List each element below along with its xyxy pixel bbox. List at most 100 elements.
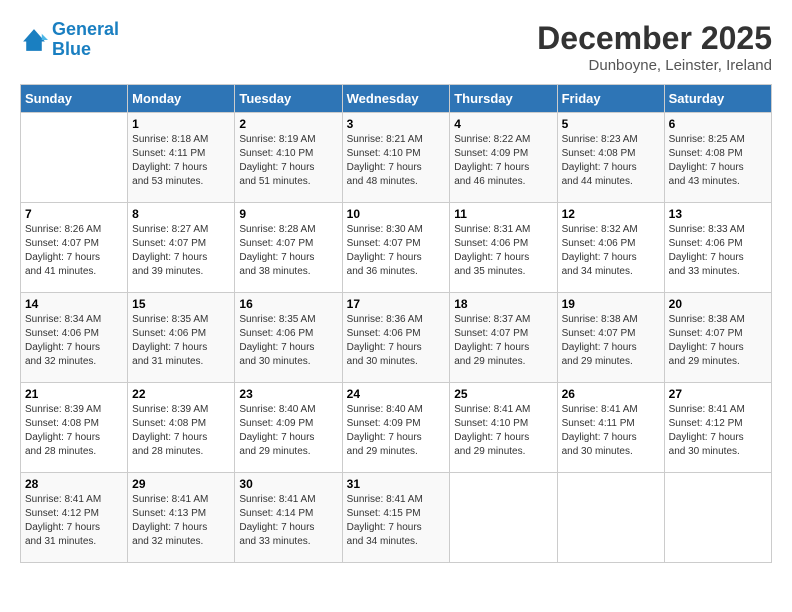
day-info: Sunrise: 8:22 AM Sunset: 4:09 PM Dayligh… [454, 133, 552, 189]
logo-line2: Blue [52, 39, 91, 59]
calendar-cell: 9 Sunrise: 8:28 AM Sunset: 4:07 PM Daylig… [235, 203, 342, 293]
day-info: Sunrise: 8:40 AM Sunset: 4:09 PM Dayligh… [347, 403, 446, 459]
day-number: 2 [239, 117, 337, 131]
day-info: Sunrise: 8:23 AM Sunset: 4:08 PM Dayligh… [562, 133, 660, 189]
day-number: 14 [25, 297, 123, 311]
page-header: General Blue December 2025 Dunboyne, Lei… [20, 20, 772, 74]
day-info: Sunrise: 8:28 AM Sunset: 4:07 PM Dayligh… [239, 223, 337, 279]
calendar-cell [664, 473, 771, 563]
calendar-cell: 4 Sunrise: 8:22 AM Sunset: 4:09 PM Daylig… [450, 113, 557, 203]
calendar-cell: 17Sunrise: 8:36 AM Sunset: 4:06 PM Dayli… [342, 293, 450, 383]
day-info: Sunrise: 8:26 AM Sunset: 4:07 PM Dayligh… [25, 223, 123, 279]
day-info: Sunrise: 8:30 AM Sunset: 4:07 PM Dayligh… [347, 223, 446, 279]
day-info: Sunrise: 8:19 AM Sunset: 4:10 PM Dayligh… [239, 133, 337, 189]
day-info: Sunrise: 8:39 AM Sunset: 4:08 PM Dayligh… [25, 403, 123, 459]
calendar-cell: 21 Sunrise: 8:39 AM Sunset: 4:08 PM Dayli… [21, 383, 128, 473]
day-number: 7 [25, 207, 123, 221]
day-info: Sunrise: 8:40 AM Sunset: 4:09 PM Dayligh… [239, 403, 337, 459]
day-number: 13 [669, 207, 767, 221]
day-info: Sunrise: 8:37 AM Sunset: 4:07 PM Dayligh… [454, 313, 552, 369]
day-info: Sunrise: 8:41 AM Sunset: 4:10 PM Dayligh… [454, 403, 552, 459]
day-number: 30 [239, 477, 337, 491]
day-info: Sunrise: 8:25 AM Sunset: 4:08 PM Dayligh… [669, 133, 767, 189]
day-info: Sunrise: 8:21 AM Sunset: 4:10 PM Dayligh… [347, 133, 446, 189]
calendar-cell [21, 113, 128, 203]
calendar-cell: 27 Sunrise: 8:41 AM Sunset: 4:12 PM Dayli… [664, 383, 771, 473]
day-info: Sunrise: 8:18 AM Sunset: 4:11 PM Dayligh… [132, 133, 230, 189]
week-row-4: 21 Sunrise: 8:39 AM Sunset: 4:08 PM Dayli… [21, 383, 772, 473]
calendar-cell: 28Sunrise: 8:41 AM Sunset: 4:12 PM Dayli… [21, 473, 128, 563]
day-number: 4 [454, 117, 552, 131]
day-info: Sunrise: 8:41 AM Sunset: 4:12 PM Dayligh… [669, 403, 767, 459]
header-cell-monday: Monday [128, 85, 235, 113]
calendar-cell: 15Sunrise: 8:35 AM Sunset: 4:06 PM Dayli… [128, 293, 235, 383]
calendar-cell: 3 Sunrise: 8:21 AM Sunset: 4:10 PM Daylig… [342, 113, 450, 203]
calendar-cell: 5Sunrise: 8:23 AM Sunset: 4:08 PM Daylig… [557, 113, 664, 203]
header-cell-thursday: Thursday [450, 85, 557, 113]
day-number: 1 [132, 117, 230, 131]
title-block: December 2025 Dunboyne, Leinster, Irelan… [537, 20, 772, 74]
week-row-3: 14 Sunrise: 8:34 AM Sunset: 4:06 PM Dayli… [21, 293, 772, 383]
day-number: 22 [132, 387, 230, 401]
calendar-cell: 13 Sunrise: 8:33 AM Sunset: 4:06 PM Dayli… [664, 203, 771, 293]
day-number: 27 [669, 387, 767, 401]
calendar-cell [557, 473, 664, 563]
calendar-cell: 29 Sunrise: 8:41 AM Sunset: 4:13 PM Dayli… [128, 473, 235, 563]
day-info: Sunrise: 8:39 AM Sunset: 4:08 PM Dayligh… [132, 403, 230, 459]
week-row-5: 28Sunrise: 8:41 AM Sunset: 4:12 PM Dayli… [21, 473, 772, 563]
calendar-cell: 23 Sunrise: 8:40 AM Sunset: 4:09 PM Dayli… [235, 383, 342, 473]
day-info: Sunrise: 8:36 AM Sunset: 4:06 PM Dayligh… [347, 313, 446, 369]
day-number: 23 [239, 387, 337, 401]
day-info: Sunrise: 8:41 AM Sunset: 4:13 PM Dayligh… [132, 493, 230, 549]
calendar-cell: 30 Sunrise: 8:41 AM Sunset: 4:14 PM Dayli… [235, 473, 342, 563]
day-number: 9 [239, 207, 337, 221]
day-info: Sunrise: 8:35 AM Sunset: 4:06 PM Dayligh… [132, 313, 230, 369]
day-number: 26 [562, 387, 660, 401]
calendar-cell: 26 Sunrise: 8:41 AM Sunset: 4:11 PM Dayli… [557, 383, 664, 473]
calendar-cell: 6 Sunrise: 8:25 AM Sunset: 4:08 PM Daylig… [664, 113, 771, 203]
calendar-cell: 11 Sunrise: 8:31 AM Sunset: 4:06 PM Dayli… [450, 203, 557, 293]
day-info: Sunrise: 8:41 AM Sunset: 4:14 PM Dayligh… [239, 493, 337, 549]
day-number: 16 [239, 297, 337, 311]
day-info: Sunrise: 8:33 AM Sunset: 4:06 PM Dayligh… [669, 223, 767, 279]
header-cell-sunday: Sunday [21, 85, 128, 113]
day-number: 20 [669, 297, 767, 311]
day-info: Sunrise: 8:38 AM Sunset: 4:07 PM Dayligh… [562, 313, 660, 369]
day-number: 3 [347, 117, 446, 131]
header-cell-saturday: Saturday [664, 85, 771, 113]
month-title: December 2025 [537, 20, 772, 57]
logo: General Blue [20, 20, 119, 60]
day-number: 11 [454, 207, 552, 221]
week-row-1: 1 Sunrise: 8:18 AM Sunset: 4:11 PM Daylig… [21, 113, 772, 203]
header-row: SundayMondayTuesdayWednesdayThursdayFrid… [21, 85, 772, 113]
day-info: Sunrise: 8:31 AM Sunset: 4:06 PM Dayligh… [454, 223, 552, 279]
day-number: 25 [454, 387, 552, 401]
calendar-cell: 25 Sunrise: 8:41 AM Sunset: 4:10 PM Dayli… [450, 383, 557, 473]
calendar-table: SundayMondayTuesdayWednesdayThursdayFrid… [20, 84, 772, 563]
day-info: Sunrise: 8:35 AM Sunset: 4:06 PM Dayligh… [239, 313, 337, 369]
week-row-2: 7 Sunrise: 8:26 AM Sunset: 4:07 PM Daylig… [21, 203, 772, 293]
calendar-cell: 18Sunrise: 8:37 AM Sunset: 4:07 PM Dayli… [450, 293, 557, 383]
calendar-header: SundayMondayTuesdayWednesdayThursdayFrid… [21, 85, 772, 113]
calendar-cell: 19Sunrise: 8:38 AM Sunset: 4:07 PM Dayli… [557, 293, 664, 383]
calendar-cell: 24 Sunrise: 8:40 AM Sunset: 4:09 PM Dayli… [342, 383, 450, 473]
calendar-cell: 12Sunrise: 8:32 AM Sunset: 4:06 PM Dayli… [557, 203, 664, 293]
day-number: 8 [132, 207, 230, 221]
day-number: 24 [347, 387, 446, 401]
day-info: Sunrise: 8:32 AM Sunset: 4:06 PM Dayligh… [562, 223, 660, 279]
day-number: 21 [25, 387, 123, 401]
logo-icon [20, 26, 48, 54]
calendar-cell: 14 Sunrise: 8:34 AM Sunset: 4:06 PM Dayli… [21, 293, 128, 383]
day-number: 6 [669, 117, 767, 131]
day-info: Sunrise: 8:41 AM Sunset: 4:12 PM Dayligh… [25, 493, 123, 549]
logo-line1: General [52, 19, 119, 39]
calendar-body: 1 Sunrise: 8:18 AM Sunset: 4:11 PM Daylig… [21, 113, 772, 563]
day-number: 29 [132, 477, 230, 491]
day-info: Sunrise: 8:41 AM Sunset: 4:11 PM Dayligh… [562, 403, 660, 459]
calendar-cell: 8Sunrise: 8:27 AM Sunset: 4:07 PM Daylig… [128, 203, 235, 293]
logo-text: General Blue [52, 20, 119, 60]
day-number: 10 [347, 207, 446, 221]
day-info: Sunrise: 8:34 AM Sunset: 4:06 PM Dayligh… [25, 313, 123, 369]
calendar-cell [450, 473, 557, 563]
day-info: Sunrise: 8:41 AM Sunset: 4:15 PM Dayligh… [347, 493, 446, 549]
